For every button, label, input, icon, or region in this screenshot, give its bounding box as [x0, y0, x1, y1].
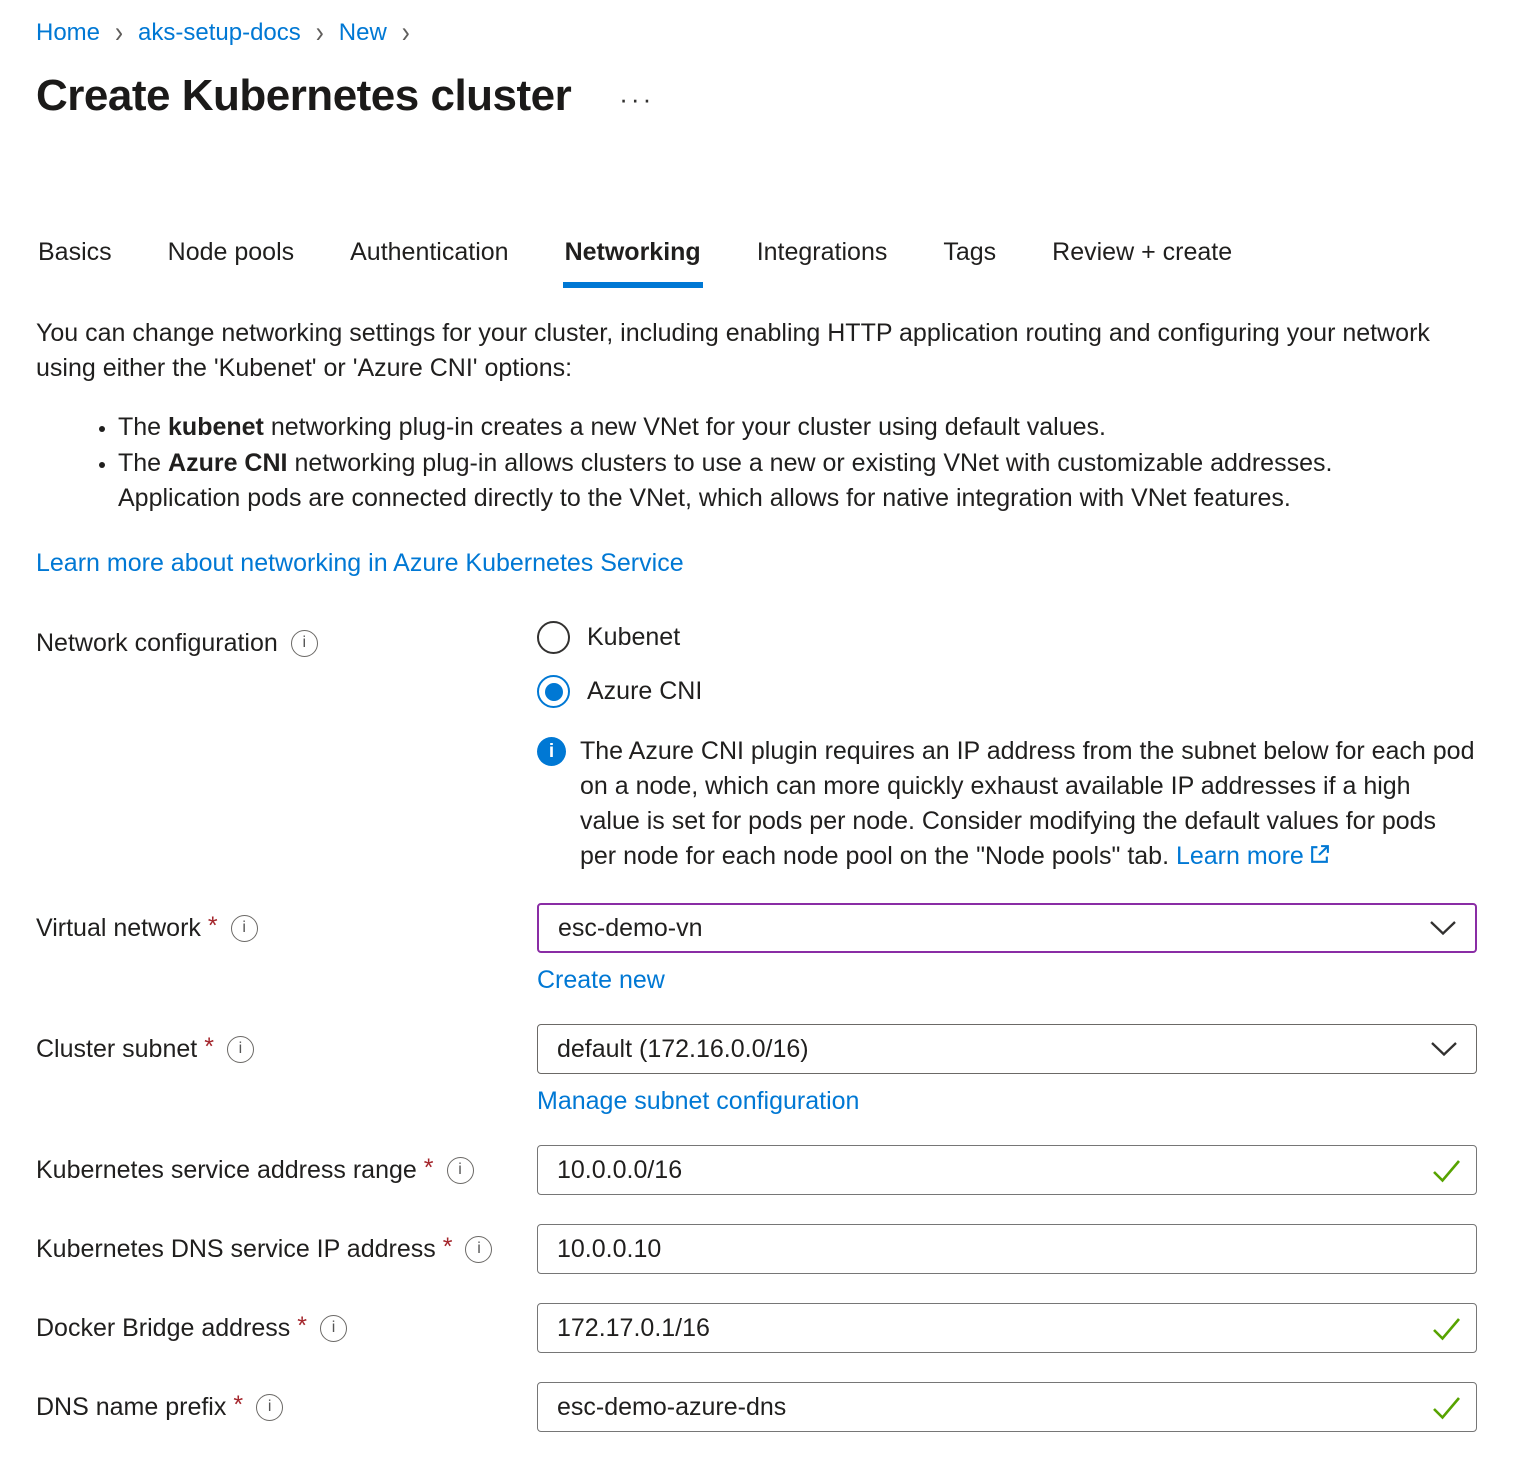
- networking-form: Network configuration i Kubenet Azure CN…: [36, 618, 1477, 1432]
- virtual-network-select[interactable]: esc-demo-vn: [537, 903, 1477, 953]
- info-icon[interactable]: i: [227, 1036, 254, 1063]
- virtual-network-label: Virtual network * i: [36, 903, 537, 953]
- docker-bridge-field: [537, 1303, 1477, 1353]
- chevron-down-icon: [1429, 914, 1457, 943]
- required-asterisk: *: [424, 1154, 434, 1183]
- network-configuration-label: Network configuration i: [36, 618, 537, 668]
- radio-kubenet[interactable]: Kubenet: [537, 621, 1477, 654]
- chevron-down-icon: [1430, 1035, 1458, 1064]
- external-link-icon: [1308, 841, 1331, 876]
- required-asterisk: *: [297, 1312, 307, 1341]
- tab-bar: Basics Node pools Authentication Network…: [36, 238, 1477, 288]
- tab-integrations[interactable]: Integrations: [755, 238, 890, 288]
- title-row: Create Kubernetes cluster ···: [36, 70, 1477, 122]
- dns-service-ip-input[interactable]: [537, 1224, 1477, 1274]
- service-address-range-label: Kubernetes service address range * i: [36, 1145, 537, 1195]
- radio-checked-icon: [537, 675, 570, 708]
- learn-more-networking-link[interactable]: Learn more about networking in Azure Kub…: [36, 549, 684, 578]
- info-icon[interactable]: i: [465, 1236, 492, 1263]
- tab-node-pools[interactable]: Node pools: [166, 238, 296, 288]
- create-new-vnet-link[interactable]: Create new: [537, 966, 665, 995]
- info-icon[interactable]: i: [256, 1394, 283, 1421]
- required-asterisk: *: [204, 1033, 214, 1062]
- breadcrumb-new[interactable]: New: [339, 18, 387, 48]
- network-configuration-row: Network configuration i Kubenet Azure CN…: [36, 618, 1477, 876]
- info-icon[interactable]: i: [231, 915, 258, 942]
- create-kubernetes-cluster-page: Home › aks-setup-docs › New › Create Kub…: [0, 0, 1516, 1472]
- virtual-network-field: esc-demo-vn Create new: [537, 903, 1477, 995]
- cluster-subnet-row: Cluster subnet * i default (172.16.0.0/1…: [36, 1024, 1477, 1116]
- note-learn-more-link[interactable]: Learn more: [1176, 842, 1304, 870]
- azure-cni-info-note: i The Azure CNI plugin requires an IP ad…: [537, 734, 1477, 876]
- service-address-range-row: Kubernetes service address range * i: [36, 1145, 1477, 1195]
- virtual-network-row: Virtual network * i esc-demo-vn Create n…: [36, 903, 1477, 995]
- info-note-text: The Azure CNI plugin requires an IP addr…: [580, 734, 1477, 876]
- page-title: Create Kubernetes cluster: [36, 70, 571, 122]
- dns-service-ip-row: Kubernetes DNS service IP address * i: [36, 1224, 1477, 1274]
- radio-unchecked-icon: [537, 621, 570, 654]
- info-filled-icon: i: [537, 737, 566, 766]
- docker-bridge-label: Docker Bridge address * i: [36, 1303, 537, 1353]
- breadcrumb: Home › aks-setup-docs › New ›: [36, 18, 1477, 48]
- bullet-azure-cni: The Azure CNI networking plug-in allows …: [118, 446, 1431, 516]
- breadcrumb-separator-icon: ›: [402, 14, 410, 52]
- required-asterisk: *: [208, 912, 218, 941]
- required-asterisk: *: [233, 1391, 243, 1420]
- tab-tags[interactable]: Tags: [941, 238, 998, 288]
- radio-azure-cni[interactable]: Azure CNI: [537, 675, 1477, 708]
- tab-authentication[interactable]: Authentication: [348, 238, 510, 288]
- valid-check-icon: [1431, 1158, 1462, 1189]
- intro-text: You can change networking settings for y…: [36, 316, 1461, 386]
- service-address-range-input[interactable]: [537, 1145, 1477, 1195]
- dns-name-prefix-row: DNS name prefix * i: [36, 1382, 1477, 1432]
- info-icon[interactable]: i: [291, 630, 318, 657]
- dns-name-prefix-label: DNS name prefix * i: [36, 1382, 537, 1432]
- network-configuration-field: Kubenet Azure CNI i The Azure CNI plugin…: [537, 618, 1477, 876]
- tab-review-create[interactable]: Review + create: [1050, 238, 1234, 288]
- dns-name-prefix-field: [537, 1382, 1477, 1432]
- service-address-range-field: [537, 1145, 1477, 1195]
- required-asterisk: *: [443, 1233, 453, 1262]
- more-menu-icon[interactable]: ···: [619, 84, 654, 115]
- dns-service-ip-label: Kubernetes DNS service IP address * i: [36, 1224, 537, 1274]
- dns-service-ip-field: [537, 1224, 1477, 1274]
- networking-options-bullets: The kubenet networking plug-in creates a…: [36, 410, 1431, 516]
- dns-name-prefix-input[interactable]: [537, 1382, 1477, 1432]
- tab-networking[interactable]: Networking: [563, 238, 703, 288]
- info-icon[interactable]: i: [447, 1157, 474, 1184]
- info-icon[interactable]: i: [320, 1315, 347, 1342]
- breadcrumb-separator-icon: ›: [115, 14, 123, 52]
- breadcrumb-home[interactable]: Home: [36, 18, 100, 48]
- docker-bridge-row: Docker Bridge address * i: [36, 1303, 1477, 1353]
- cluster-subnet-select[interactable]: default (172.16.0.0/16): [537, 1024, 1477, 1074]
- bullet-kubenet: The kubenet networking plug-in creates a…: [118, 410, 1431, 445]
- valid-check-icon: [1431, 1316, 1462, 1347]
- manage-subnet-configuration-link[interactable]: Manage subnet configuration: [537, 1087, 859, 1116]
- cluster-subnet-field: default (172.16.0.0/16) Manage subnet co…: [537, 1024, 1477, 1116]
- valid-check-icon: [1431, 1395, 1462, 1426]
- tab-basics[interactable]: Basics: [36, 238, 114, 288]
- cluster-subnet-label: Cluster subnet * i: [36, 1024, 537, 1074]
- breadcrumb-separator-icon: ›: [316, 14, 324, 52]
- docker-bridge-input[interactable]: [537, 1303, 1477, 1353]
- breadcrumb-aks-setup-docs[interactable]: aks-setup-docs: [138, 18, 301, 48]
